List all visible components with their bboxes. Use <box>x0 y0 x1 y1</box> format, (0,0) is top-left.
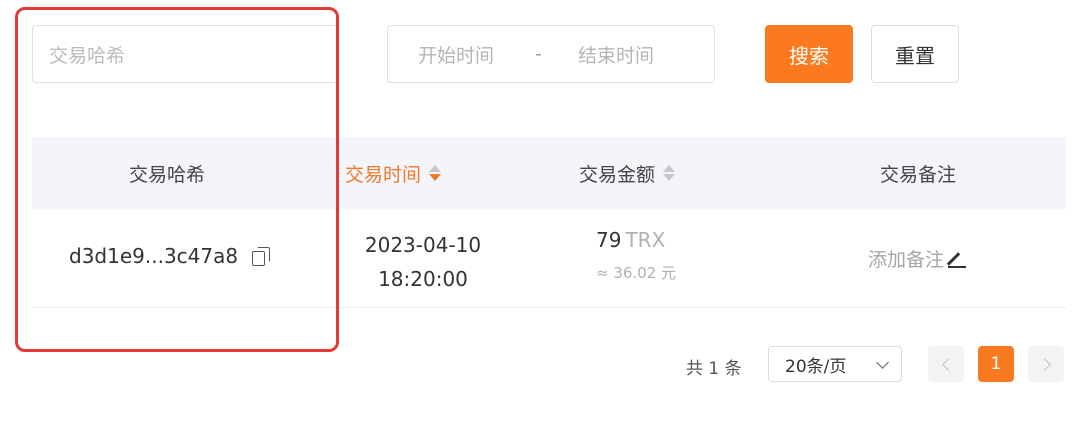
chevron-down-icon <box>876 356 889 369</box>
reset-button[interactable]: 重置 <box>871 25 959 83</box>
add-note-link[interactable]: 添加备注 <box>868 245 967 272</box>
pagination: 共 1 条 20条/页 1 <box>0 346 1080 384</box>
transaction-amount-cell: 79 TRX ≈ 36.02 元 <box>596 228 676 283</box>
transaction-date: 2023-04-10 <box>364 233 482 257</box>
sort-icon[interactable] <box>429 164 442 182</box>
date-separator: - <box>535 43 542 65</box>
hash-search-input[interactable]: 交易哈希 <box>32 25 337 83</box>
transaction-time: 18:20:00 <box>378 267 468 291</box>
hash-search-placeholder: 交易哈希 <box>49 44 126 67</box>
edit-icon[interactable] <box>946 250 967 268</box>
column-header-time[interactable]: 交易时间 <box>345 137 442 209</box>
column-header-hash: 交易哈希 <box>129 163 206 186</box>
total-count: 共 1 条 <box>686 359 742 379</box>
amount-fiat: ≈ 36.02 元 <box>596 264 677 282</box>
date-range-picker[interactable]: 开始时间 - 结束时间 <box>387 25 715 83</box>
date-start-input[interactable]: 开始时间 <box>418 41 494 68</box>
page-size-select[interactable]: 20条/页 <box>768 346 902 382</box>
transaction-hash: d3d1e9...3c47a8 <box>69 244 239 268</box>
transaction-time-cell: 2023-04-10 18:20:00 <box>348 228 498 296</box>
amount-value: 79 <box>596 228 622 252</box>
column-header-note: 交易备注 <box>880 163 957 186</box>
sort-icon[interactable] <box>663 164 676 182</box>
page-number-current[interactable]: 1 <box>978 346 1014 382</box>
table-row: d3d1e9...3c47a8 2023-04-10 18:20:00 79 TR… <box>32 209 1066 308</box>
chevron-left-icon <box>941 357 955 371</box>
prev-page-button[interactable] <box>928 346 964 382</box>
transaction-hash-cell: d3d1e9...3c47a8 <box>69 244 271 268</box>
column-header-amount[interactable]: 交易金额 <box>579 137 676 209</box>
copy-icon[interactable] <box>252 247 271 266</box>
search-button[interactable]: 搜索 <box>765 25 853 83</box>
date-end-input[interactable]: 结束时间 <box>578 41 654 68</box>
amount-unit: TRX <box>625 228 666 252</box>
chevron-right-icon <box>1037 357 1051 371</box>
table-header: 交易哈希 交易时间 交易金额 交易备注 <box>32 137 1066 209</box>
note-label: 添加备注 <box>868 249 945 271</box>
next-page-button[interactable] <box>1028 346 1064 382</box>
